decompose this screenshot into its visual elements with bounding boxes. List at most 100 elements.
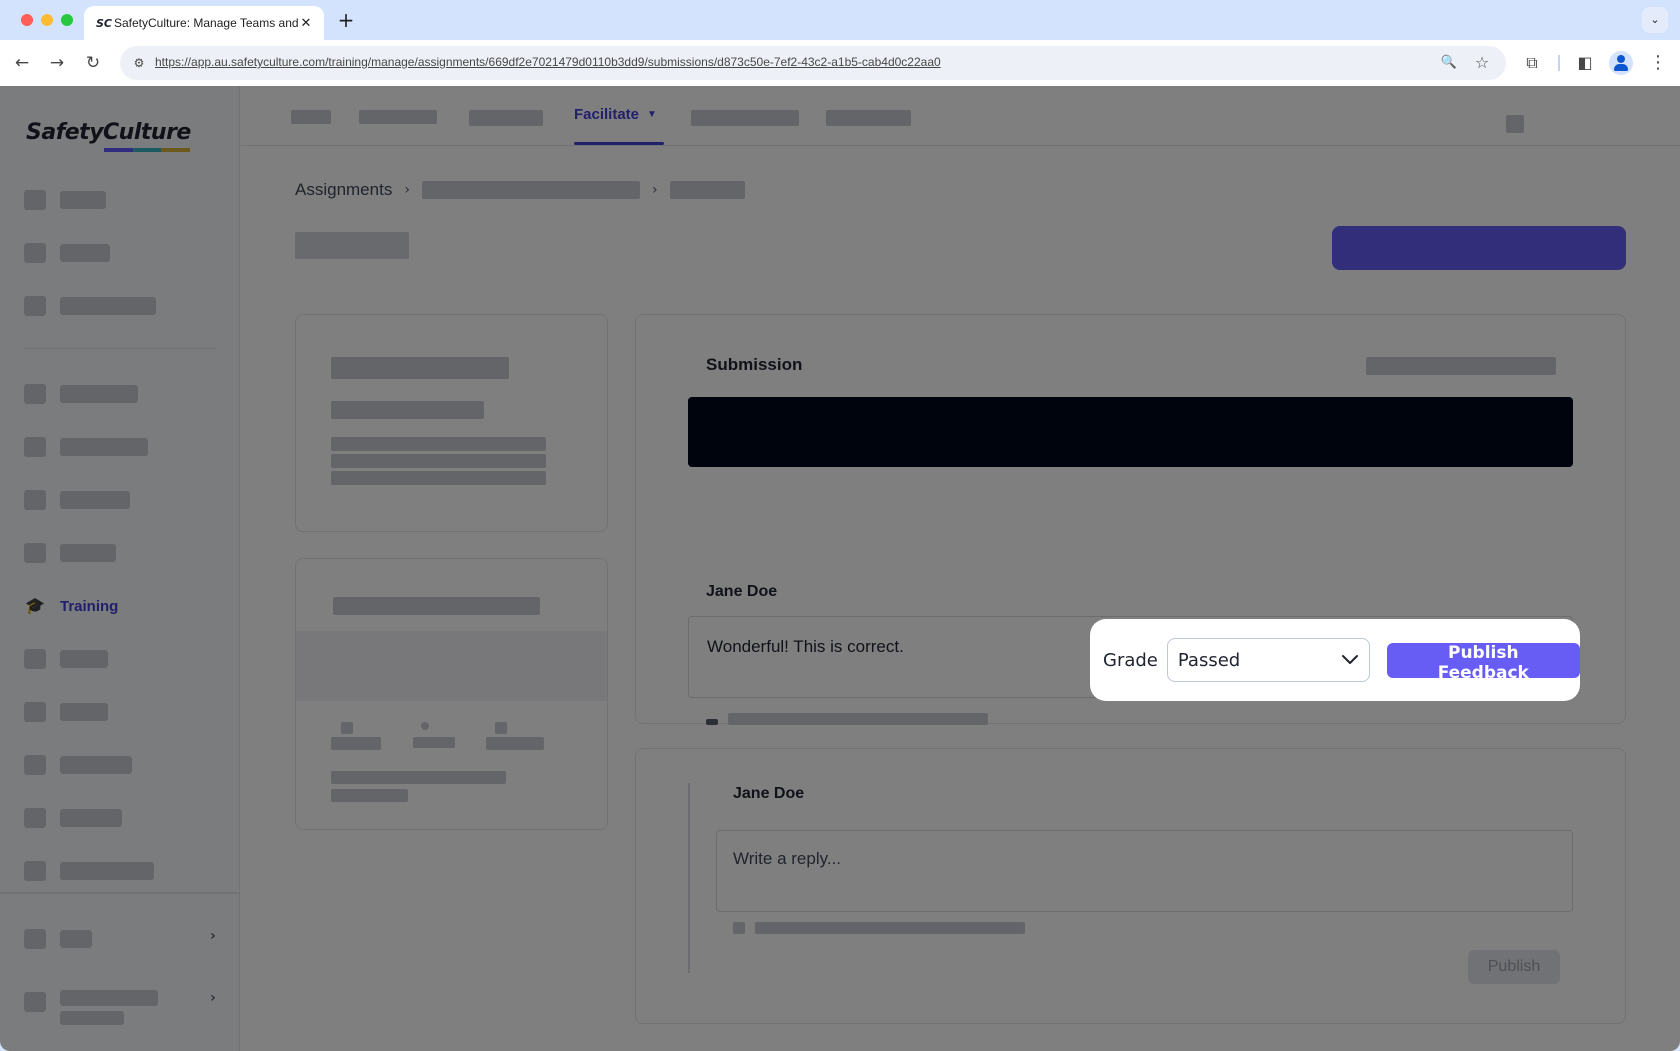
profile-avatar-icon[interactable]: [1609, 51, 1633, 75]
sidebar-item-icon: [24, 437, 46, 457]
learner-card: [295, 558, 608, 830]
stat-placeholder: [413, 737, 455, 748]
breadcrumb: Assignments › ›: [295, 178, 745, 202]
bookmark-star-icon[interactable]: ☆: [1471, 52, 1493, 74]
organization-icon: [24, 992, 46, 1012]
nav-tab-placeholder[interactable]: [826, 110, 911, 126]
sidebar-item-label-placeholder: [60, 244, 110, 262]
sidebar-item[interactable]: [24, 382, 138, 406]
nav-tab-placeholder[interactable]: [359, 110, 437, 124]
publish-feedback-button[interactable]: Publish Feedback: [1386, 642, 1580, 683]
breadcrumb-assignments[interactable]: Assignments: [295, 180, 392, 200]
grade-select[interactable]: Passed: [1166, 638, 1370, 682]
sidebar-item-label-placeholder: [60, 491, 130, 509]
sidebar-item[interactable]: [24, 700, 108, 724]
page-content: SafetyCulture 🎓 Training › › Facilitate …: [0, 86, 1680, 1051]
sidebar-bottom-divider: [0, 892, 240, 894]
safetyculture-favicon-icon: SC: [96, 16, 112, 30]
sidebar-org-item[interactable]: [24, 990, 158, 1030]
sidebar-item[interactable]: [24, 806, 122, 830]
breadcrumb-assignment-placeholder[interactable]: [421, 181, 640, 199]
safetyculture-logo[interactable]: SafetyCulture: [26, 120, 191, 145]
sidebar-item-icon: [24, 543, 46, 563]
chevron-right-icon[interactable]: ›: [210, 928, 216, 944]
sidebar-bottom-item[interactable]: [24, 927, 92, 951]
nav-tab-placeholder[interactable]: [469, 110, 543, 126]
sidebar-item-label: Training: [60, 597, 119, 615]
reload-icon[interactable]: ↻: [81, 51, 105, 75]
close-tab-icon[interactable]: ✕: [298, 16, 314, 31]
sidebar-item-icon: [24, 929, 46, 949]
sidebar-item[interactable]: [24, 488, 130, 512]
browser-tab-active[interactable]: SC SafetyCulture: Manage Teams and... ✕: [84, 6, 324, 40]
sidebar-item-label-placeholder: [60, 191, 106, 209]
tab-bar: SC SafetyCulture: Manage Teams and... ✕ …: [0, 0, 1680, 40]
sidebar-item[interactable]: [24, 647, 108, 671]
assignment-info-card: [295, 314, 608, 532]
reply-meta-icon: [733, 922, 745, 934]
extensions-puzzle-icon[interactable]: ⧉: [1520, 51, 1544, 75]
graduation-cap-icon: 🎓: [25, 596, 45, 615]
zoom-icon[interactable]: 🔍: [1438, 52, 1460, 74]
reply-author: Jane Doe: [733, 785, 805, 802]
nav-tab-placeholder[interactable]: [691, 110, 799, 126]
maximize-window-button[interactable]: [61, 14, 73, 26]
sidebar-item-icon: [24, 808, 46, 828]
sidebar-item-icon: [24, 702, 46, 722]
submission-date-placeholder: [1366, 357, 1556, 375]
nav-tab-label: Facilitate: [574, 106, 640, 123]
sidebar-item[interactable]: [24, 294, 156, 318]
sidebar-item[interactable]: [24, 188, 106, 212]
reply-card: Jane Doe Publish: [635, 748, 1626, 1024]
link-placeholder[interactable]: [331, 789, 408, 802]
address-bar[interactable]: ⚙ https://app.au.safetyculture.com/train…: [120, 46, 1506, 80]
active-tab-indicator: [574, 142, 664, 145]
primary-action-button[interactable]: [1332, 226, 1626, 270]
site-info-icon[interactable]: ⚙: [128, 52, 150, 74]
sidebar-item-label-placeholder: [60, 385, 138, 403]
sidebar-item-label-placeholder: [60, 862, 154, 880]
sidebar-item-label-placeholder: [60, 650, 108, 668]
back-arrow-icon[interactable]: ←: [10, 51, 34, 75]
browser-menu-icon[interactable]: ⋮: [1646, 51, 1670, 75]
text-placeholder: [331, 771, 506, 784]
chevron-down-icon: [1341, 655, 1358, 664]
sidebar-item-icon: [24, 490, 46, 510]
nav-tab-placeholder[interactable]: [291, 110, 331, 124]
breadcrumb-separator-icon: ›: [651, 182, 658, 198]
forward-arrow-icon[interactable]: →: [45, 51, 69, 75]
reply-input[interactable]: [716, 830, 1573, 912]
text-placeholder: [331, 471, 546, 485]
comment-meta-icon: [706, 719, 718, 725]
sidebar-item[interactable]: [24, 435, 148, 459]
tab-search-chevron-icon[interactable]: ⌄: [1642, 7, 1668, 33]
reply-publish-button[interactable]: Publish: [1468, 950, 1560, 984]
tab-title: SafetyCulture: Manage Teams and...: [114, 16, 298, 30]
sidebar-item-icon: [24, 861, 46, 881]
close-window-button[interactable]: [21, 14, 33, 26]
sidebar-item[interactable]: [24, 753, 132, 777]
text-placeholder: [331, 357, 509, 379]
url-text[interactable]: https://app.au.safetyculture.com/trainin…: [155, 55, 941, 69]
sidebar-item-label-placeholder: [60, 809, 122, 827]
sidebar-item[interactable]: [24, 541, 116, 565]
side-panel-icon[interactable]: ◧: [1573, 51, 1597, 75]
sidebar-item-training[interactable]: 🎓 Training: [24, 594, 118, 618]
sidebar-item-icon: [24, 243, 46, 263]
sidebar-item-icon: [24, 296, 46, 316]
submission-heading: Submission: [706, 355, 803, 374]
submission-media[interactable]: [688, 397, 1573, 467]
comment-author: Jane Doe: [706, 583, 778, 600]
sidebar-item[interactable]: [24, 241, 110, 265]
sidebar-item-label-placeholder: [60, 438, 148, 456]
new-tab-button[interactable]: +: [334, 8, 358, 32]
chevron-right-icon[interactable]: ›: [210, 990, 216, 1006]
nav-tab-facilitate[interactable]: Facilitate ▼: [574, 106, 657, 123]
sidebar-item-label-placeholder: [60, 703, 108, 721]
minimize-window-button[interactable]: [41, 14, 53, 26]
top-navigation: Facilitate ▼: [241, 86, 1680, 146]
help-icon[interactable]: [1506, 115, 1524, 133]
stat-icon: [341, 722, 353, 734]
sidebar-item[interactable]: [24, 859, 154, 883]
text-placeholder: [331, 401, 484, 419]
